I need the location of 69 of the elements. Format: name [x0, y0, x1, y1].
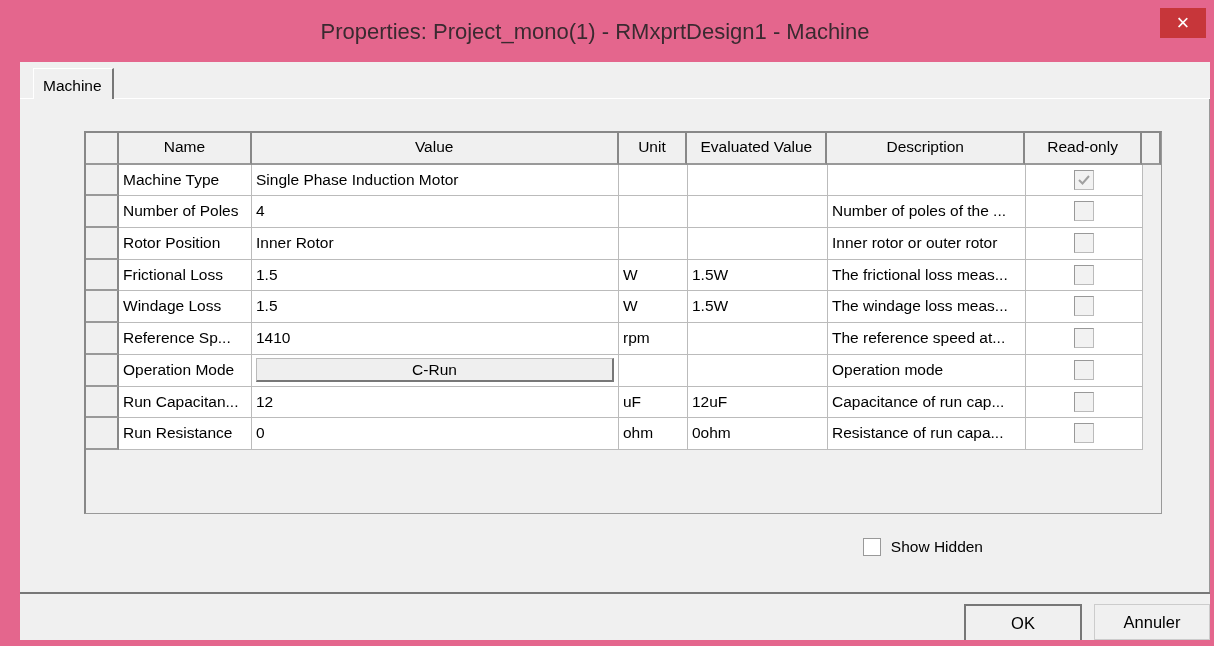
- row-header[interactable]: [86, 418, 119, 450]
- table-cell[interactable]: 1410: [252, 323, 619, 355]
- table-cell: The windage loss meas...: [828, 291, 1026, 324]
- table-cell[interactable]: 12: [252, 386, 619, 419]
- ok-button[interactable]: OK: [964, 604, 1082, 640]
- read-only-checkbox[interactable]: [1074, 359, 1094, 380]
- show-hidden-label: Show Hidden: [890, 538, 983, 556]
- cancel-button[interactable]: Annuler: [1094, 604, 1210, 640]
- row-header[interactable]: [86, 164, 119, 197]
- table-cell: Run Capacitan...: [119, 386, 252, 419]
- table-cell: Number of Poles: [119, 196, 252, 229]
- table-cell: ohm: [619, 418, 688, 450]
- row-header[interactable]: [86, 386, 119, 419]
- table-cell: Number of poles of the ...: [828, 196, 1026, 229]
- value-button[interactable]: C-Run: [256, 358, 614, 383]
- table-cell: W: [619, 291, 688, 324]
- table-cell: Inner rotor or outer rotor: [828, 228, 1026, 260]
- read-only-checkbox[interactable]: [1074, 391, 1094, 412]
- row-header[interactable]: [86, 259, 119, 292]
- table-cell: [619, 196, 688, 229]
- table-cell: Machine Type: [119, 164, 252, 197]
- table-cell[interactable]: 1.5: [252, 291, 619, 324]
- table-cell: uF: [619, 386, 688, 419]
- row-header[interactable]: [86, 354, 119, 387]
- table-cell: Capacitance of run cap...: [828, 386, 1026, 419]
- table-cell: 1.5W: [688, 259, 828, 292]
- table-cell: rpm: [619, 323, 688, 355]
- table-cell: The reference speed at...: [828, 323, 1026, 355]
- row-header[interactable]: [86, 228, 119, 260]
- show-hidden-checkbox[interactable]: [862, 538, 881, 556]
- read-only-checkbox[interactable]: [1074, 328, 1094, 349]
- table-cell[interactable]: Single Phase Induction Motor: [252, 164, 619, 197]
- table-cell: Operation Mode: [119, 354, 252, 387]
- table-cell: Rotor Position: [119, 228, 252, 260]
- table-cell: 0ohm: [688, 418, 828, 450]
- window-title: Properties: Project_mono(1) - RMxprtDesign1 - Machine: [320, 18, 870, 45]
- table-cell[interactable]: 1.5: [252, 259, 619, 292]
- read-only-checkbox[interactable]: [1074, 169, 1094, 190]
- column-header[interactable]: Value: [251, 133, 619, 165]
- column-header[interactable]: Unit: [618, 133, 688, 165]
- table-cell: Frictional Loss: [119, 259, 252, 292]
- table-cell: Resistance of run capa...: [828, 418, 1026, 450]
- table-cell[interactable]: 4: [252, 196, 619, 229]
- read-only-checkbox[interactable]: [1074, 201, 1094, 222]
- table-cell: 1.5W: [688, 291, 828, 324]
- read-only-checkbox[interactable]: [1074, 423, 1094, 444]
- table-cell: [619, 164, 688, 197]
- row-header[interactable]: [86, 291, 119, 324]
- read-only-checkbox[interactable]: [1074, 233, 1094, 254]
- column-header[interactable]: Evaluated Value: [687, 133, 828, 165]
- table-cell[interactable]: 0: [252, 418, 619, 450]
- table-cell: The frictional loss meas...: [828, 259, 1026, 292]
- column-header[interactable]: Description: [827, 133, 1026, 165]
- table-cell: Windage Loss: [119, 291, 252, 324]
- table-cell: Operation mode: [828, 354, 1026, 387]
- table-cell: Run Resistance: [119, 418, 252, 450]
- table-cell[interactable]: Inner Rotor: [252, 228, 619, 260]
- table-cell: Reference Sp...: [119, 323, 252, 355]
- table-cell: W: [619, 259, 688, 292]
- column-header[interactable]: Name: [118, 133, 252, 165]
- read-only-checkbox[interactable]: [1074, 296, 1094, 317]
- table-cell: [619, 228, 688, 260]
- close-button[interactable]: ×: [1160, 8, 1206, 38]
- tab[interactable]: Machine: [33, 68, 114, 99]
- table-cell: 12uF: [688, 386, 828, 419]
- column-header[interactable]: Read-only: [1025, 133, 1142, 165]
- row-header[interactable]: [86, 196, 119, 229]
- row-header[interactable]: [86, 323, 119, 355]
- read-only-checkbox[interactable]: [1074, 264, 1094, 285]
